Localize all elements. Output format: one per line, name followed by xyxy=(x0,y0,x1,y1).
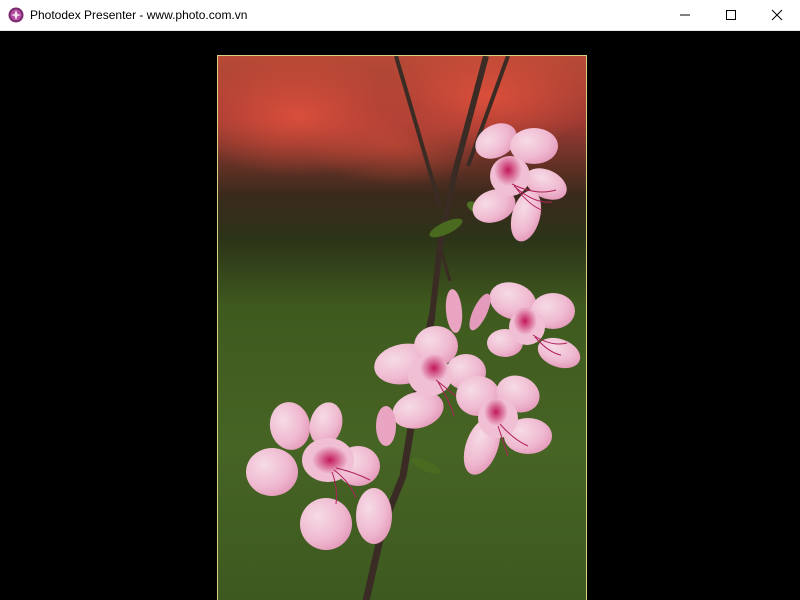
window-title: Photodex Presenter - www.photo.com.vn xyxy=(30,8,248,22)
pink-flowers-photo xyxy=(218,56,586,600)
close-icon xyxy=(771,9,783,21)
photo-frame xyxy=(217,55,587,600)
maximize-button[interactable] xyxy=(708,0,754,31)
photodex-logo-icon[interactable] xyxy=(8,7,24,23)
minimize-icon xyxy=(680,14,690,16)
presentation-viewport[interactable] xyxy=(0,31,800,600)
close-button[interactable] xyxy=(754,0,800,31)
maximize-icon xyxy=(726,10,736,20)
minimize-button[interactable] xyxy=(662,0,708,31)
title-bar[interactable]: Photodex Presenter - www.photo.com.vn xyxy=(0,0,800,31)
window-controls xyxy=(662,0,800,31)
